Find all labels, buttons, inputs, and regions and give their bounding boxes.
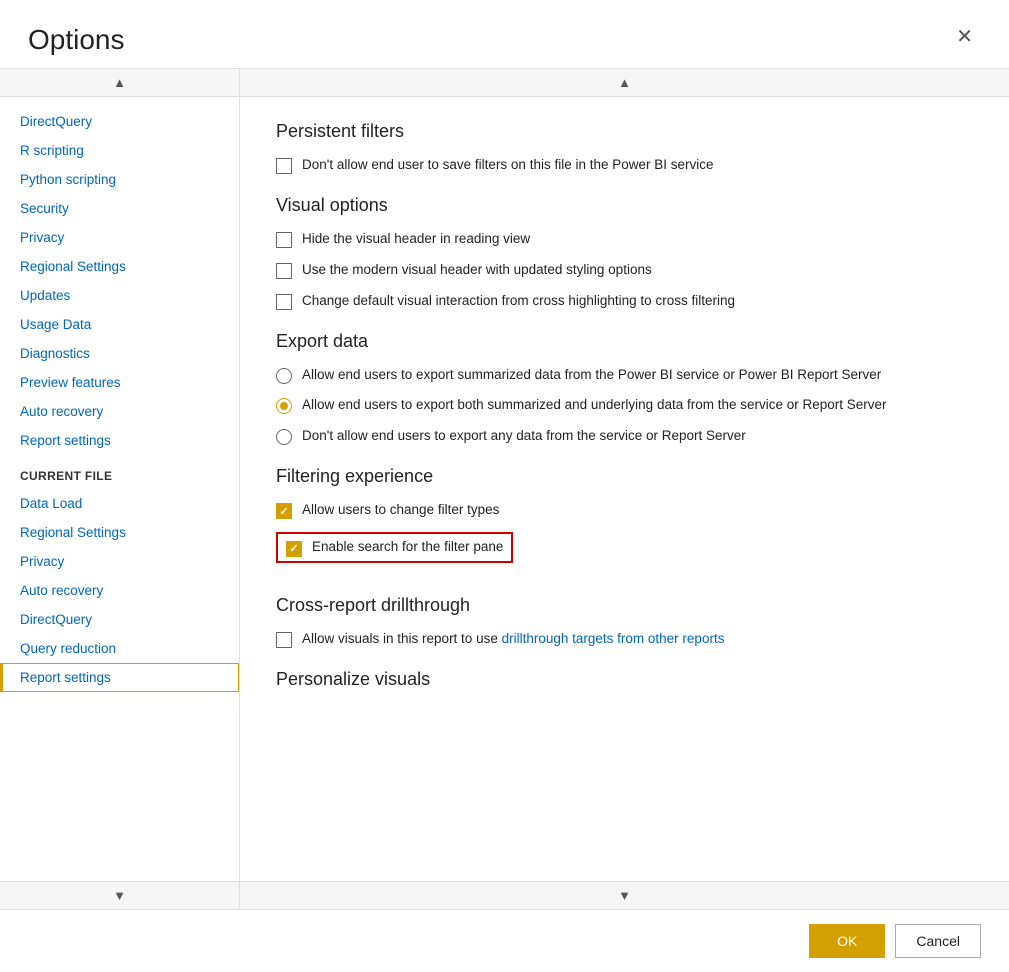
- sidebar-item-regional-settings[interactable]: Regional Settings: [0, 252, 239, 281]
- option-row-filtering-experience-0: Allow users to change filter types: [276, 501, 973, 520]
- sidebar-item-cf-privacy[interactable]: Privacy: [0, 547, 239, 576]
- radio-export-data-0[interactable]: [276, 368, 292, 384]
- sidebar-item-diagnostics[interactable]: Diagnostics: [0, 339, 239, 368]
- content-scroll-down[interactable]: ▼: [240, 881, 1009, 909]
- section-title-persistent-filters: Persistent filters: [276, 121, 973, 142]
- sidebar-item-cf-report-settings[interactable]: Report settings: [0, 663, 239, 692]
- option-link-cross-report-0[interactable]: drillthrough targets from other reports: [502, 631, 725, 646]
- dialog-body: ▲ DirectQueryR scriptingPython scripting…: [0, 68, 1009, 909]
- checkbox-visual-options-2[interactable]: [276, 294, 292, 310]
- option-text-export-data-0: Allow end users to export summarized dat…: [302, 366, 881, 385]
- main-content: ▲ Persistent filters Don't allow end user…: [240, 69, 1009, 909]
- close-button[interactable]: ✕: [948, 20, 981, 53]
- sidebar-item-directquery[interactable]: DirectQuery: [0, 107, 239, 136]
- sidebar-item-preview-features[interactable]: Preview features: [0, 368, 239, 397]
- sidebar-item-query-reduction[interactable]: Query reduction: [0, 634, 239, 663]
- sidebar-nav: DirectQueryR scriptingPython scriptingSe…: [0, 97, 239, 881]
- global-nav: DirectQueryR scriptingPython scriptingSe…: [0, 107, 239, 455]
- option-text-visual-options-2: Change default visual interaction from c…: [302, 292, 735, 311]
- content-scroll-up[interactable]: ▲: [240, 69, 1009, 97]
- sidebar-item-usage-data[interactable]: Usage Data: [0, 310, 239, 339]
- option-row-visual-options-2: Change default visual interaction from c…: [276, 292, 973, 311]
- checkbox-persistent-filters-0[interactable]: [276, 158, 292, 174]
- sidebar: ▲ DirectQueryR scriptingPython scripting…: [0, 69, 240, 909]
- option-row-visual-options-1: Use the modern visual header with update…: [276, 261, 973, 280]
- checkbox-visual-options-1[interactable]: [276, 263, 292, 279]
- sidebar-scroll-down[interactable]: ▼: [0, 881, 239, 909]
- cancel-button[interactable]: Cancel: [895, 924, 981, 958]
- section-title-cross-report: Cross-report drillthrough: [276, 595, 973, 616]
- section-title-filtering-experience: Filtering experience: [276, 466, 973, 487]
- sidebar-item-privacy[interactable]: Privacy: [0, 223, 239, 252]
- option-text-persistent-filters-0: Don't allow end user to save filters on …: [302, 156, 714, 175]
- sidebar-scroll-up[interactable]: ▲: [0, 69, 239, 97]
- section-title-visual-options: Visual options: [276, 195, 973, 216]
- option-row-export-data-1: Allow end users to export both summarize…: [276, 396, 973, 415]
- sidebar-item-cf-regional-settings[interactable]: Regional Settings: [0, 518, 239, 547]
- dialog-footer: OK Cancel: [0, 909, 1009, 972]
- option-text-visual-options-1: Use the modern visual header with update…: [302, 261, 652, 280]
- content-area: Persistent filters Don't allow end user t…: [240, 97, 1009, 881]
- dialog-header: Options ✕: [0, 0, 1009, 68]
- option-highlighted-filtering-experience-1: Enable search for the filter pane: [276, 532, 513, 563]
- dialog-title: Options: [28, 24, 125, 56]
- sidebar-item-cf-auto-recovery[interactable]: Auto recovery: [0, 576, 239, 605]
- option-row-visual-options-0: Hide the visual header in reading view: [276, 230, 973, 249]
- option-row-cross-report-0: Allow visuals in this report to use dril…: [276, 630, 973, 649]
- sidebar-item-r-scripting[interactable]: R scripting: [0, 136, 239, 165]
- option-text-visual-options-0: Hide the visual header in reading view: [302, 230, 530, 249]
- sidebar-item-report-settings[interactable]: Report settings: [0, 426, 239, 455]
- options-dialog: Options ✕ ▲ DirectQueryR scriptingPython…: [0, 0, 1009, 972]
- sidebar-item-cf-directquery[interactable]: DirectQuery: [0, 605, 239, 634]
- section-title-export-data: Export data: [276, 331, 973, 352]
- checkbox-filtering-experience-0[interactable]: [276, 503, 292, 519]
- option-row-persistent-filters-0: Don't allow end user to save filters on …: [276, 156, 973, 175]
- sidebar-item-auto-recovery[interactable]: Auto recovery: [0, 397, 239, 426]
- option-row-export-data-2: Don't allow end users to export any data…: [276, 427, 973, 446]
- checkbox-visual-options-0[interactable]: [276, 232, 292, 248]
- option-text-cross-report-0: Allow visuals in this report to use dril…: [302, 630, 724, 649]
- sidebar-item-updates[interactable]: Updates: [0, 281, 239, 310]
- checkbox-cross-report-0[interactable]: [276, 632, 292, 648]
- option-text-filtering-experience-1: Enable search for the filter pane: [312, 538, 503, 557]
- option-text-export-data-1: Allow end users to export both summarize…: [302, 396, 887, 415]
- sidebar-item-python-scripting[interactable]: Python scripting: [0, 165, 239, 194]
- option-row-export-data-0: Allow end users to export summarized dat…: [276, 366, 973, 385]
- current-file-header: CURRENT FILE: [0, 455, 239, 489]
- radio-export-data-2[interactable]: [276, 429, 292, 445]
- sidebar-item-data-load[interactable]: Data Load: [0, 489, 239, 518]
- section-title-personalize-visuals: Personalize visuals: [276, 669, 973, 690]
- ok-button[interactable]: OK: [809, 924, 885, 958]
- option-text-filtering-experience-0: Allow users to change filter types: [302, 501, 499, 520]
- radio-export-data-1[interactable]: [276, 398, 292, 414]
- option-text-export-data-2: Don't allow end users to export any data…: [302, 427, 746, 446]
- current-file-nav: Data LoadRegional SettingsPrivacyAuto re…: [0, 489, 239, 692]
- checkbox-filtering-experience-1[interactable]: [286, 541, 302, 557]
- sidebar-item-security[interactable]: Security: [0, 194, 239, 223]
